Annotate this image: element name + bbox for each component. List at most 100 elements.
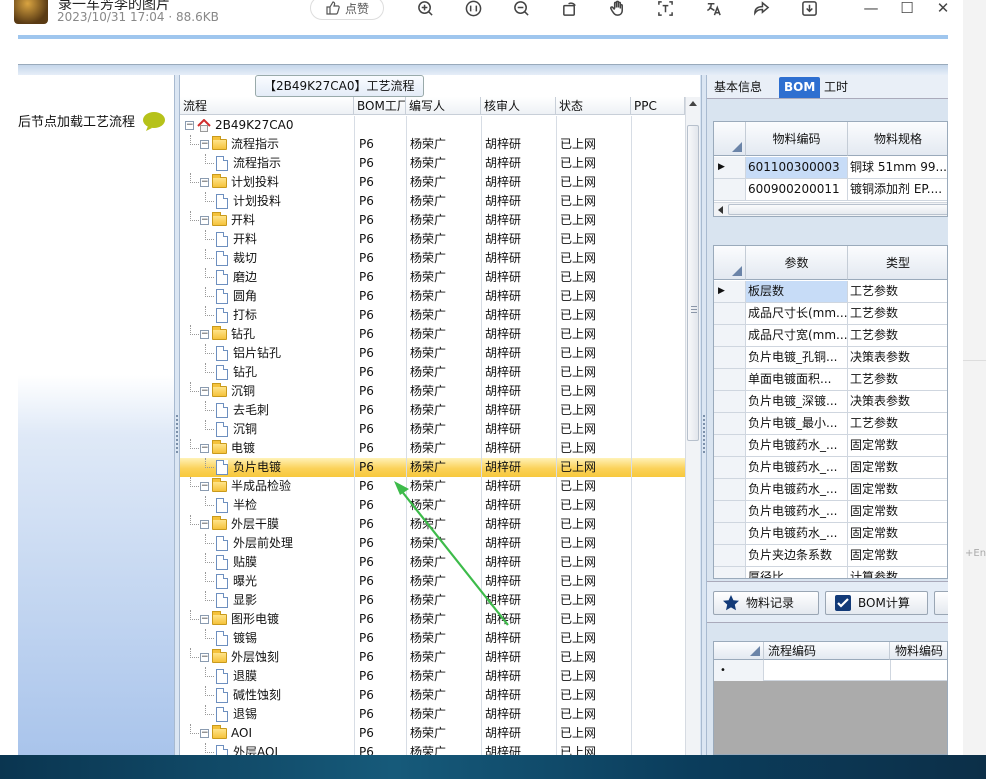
cell-param-type[interactable]: 决策表参数 [848,347,947,368]
collapse-icon[interactable]: − [200,387,209,396]
table-row[interactable]: 成品尺寸长(mm... 工艺参数 [714,303,947,325]
row-selector[interactable] [714,523,746,544]
cell-param-name[interactable]: 负片电镀药水_... [746,501,848,522]
speech-bubble-icon[interactable] [142,111,166,131]
tree-node[interactable]: − 电镀 [200,439,255,458]
tree-node[interactable]: 外层AOI [216,743,278,755]
cell-param-type[interactable]: 工艺参数 [848,413,947,434]
table-row[interactable]: 退锡 P6 杨荣广 胡梓研 已上网 [180,705,685,724]
table-row[interactable]: 裁切 P6 杨荣广 胡梓研 已上网 [180,249,685,268]
tree-node[interactable]: − AOI [200,724,252,743]
tree-node[interactable]: 开料 [216,230,257,249]
table-row[interactable]: ▶ 板层数 工艺参数 [714,281,947,303]
table-row[interactable]: 计划投料 P6 杨荣广 胡梓研 已上网 [180,192,685,211]
tree-node[interactable]: 退锡 [216,705,257,724]
tree-header-2[interactable]: 编写人 [406,97,481,115]
collapse-icon[interactable]: − [200,444,209,453]
header-param-type[interactable]: 类型 [848,246,947,280]
table-row[interactable]: − 钻孔 P6 杨荣广 胡梓研 已上网 [180,325,685,344]
collapse-icon[interactable]: − [200,140,209,149]
table-row[interactable]: 负片电镀_孔铜... 决策表参数 [714,347,947,369]
cell-param-type[interactable]: 固定常数 [848,479,947,500]
row-selector[interactable] [714,567,746,578]
header-flow-code[interactable]: 流程编码 [764,642,890,660]
text-extract-icon[interactable] [654,0,676,18]
avatar[interactable] [14,0,48,24]
table-row[interactable]: 开料 P6 杨荣广 胡梓研 已上网 [180,230,685,249]
row-selector[interactable] [714,325,746,346]
table-row[interactable]: 去毛刺 P6 杨荣广 胡梓研 已上网 [180,401,685,420]
table-row[interactable]: 镀锡 P6 杨荣广 胡梓研 已上网 [180,629,685,648]
row-selector[interactable] [714,179,746,200]
tree-header-0[interactable]: 流程 [180,97,354,115]
collapse-icon[interactable]: − [200,653,209,662]
tab-basic-info[interactable]: 基本信息 [709,77,767,98]
minimize-icon[interactable]: — [860,0,882,17]
tree-header-1[interactable]: BOM工厂 [354,97,406,115]
tree-node[interactable]: 计划投料 [216,192,281,211]
tree-node[interactable]: − 图形电镀 [200,610,279,629]
cell-material-spec[interactable]: 铜球 51mm 99.... [848,157,947,178]
cell-param-name[interactable]: 单面电镀面积... [746,369,848,390]
row-selector[interactable] [714,457,746,478]
table-row[interactable]: − AOI P6 杨荣广 胡梓研 已上网 [180,724,685,743]
zoom-out-icon[interactable] [510,0,532,18]
row-selector[interactable] [714,303,746,324]
row-selector[interactable] [714,545,746,566]
header-param[interactable]: 参数 [746,246,848,280]
cell-material-code[interactable]: 600900200011 [746,179,848,200]
row-selector[interactable] [714,391,746,412]
table-row[interactable]: 负片电镀药水_... 固定常数 [714,501,947,523]
table-row[interactable]: 半检 P6 杨荣广 胡梓研 已上网 [180,496,685,515]
tree-node[interactable]: 磨边 [216,268,257,287]
table-row[interactable]: 曝光 P6 杨荣广 胡梓研 已上网 [180,572,685,591]
cell-param-type[interactable]: 固定常数 [848,523,947,544]
table-row[interactable]: ▶ 601100300003 铜球 51mm 99.... [714,157,947,179]
cell-param-name[interactable]: 板层数 [746,281,848,302]
table-row[interactable]: − 外层蚀刻 P6 杨荣广 胡梓研 已上网 [180,648,685,667]
tree-node[interactable]: 贴膜 [216,553,257,572]
table-row[interactable]: − 流程指示 P6 杨荣广 胡梓研 已上网 [180,135,685,154]
table-row[interactable]: 外层前处理 P6 杨荣广 胡梓研 已上网 [180,534,685,553]
tab-work-hours[interactable]: 工时 [819,77,853,98]
tree-vertical-scrollbar[interactable] [685,97,700,755]
tree-node[interactable]: − 钻孔 [200,325,255,344]
material-record-button[interactable]: 物料记录 [713,591,819,615]
like-button[interactable]: 点赞 [310,0,384,20]
cell-material-code[interactable]: 601100300003 [746,157,848,178]
table-row[interactable]: 单面电镀面积... 工艺参数 [714,369,947,391]
tree-node[interactable]: 打标 [216,306,257,325]
header-material-spec[interactable]: 物料规格 [848,122,947,156]
tree-node[interactable]: − 流程指示 [200,135,279,154]
collapse-icon[interactable]: − [185,121,194,130]
table-row[interactable]: − 半成品检验 P6 杨荣广 胡梓研 已上网 [180,477,685,496]
close-icon[interactable]: ✕ [932,0,954,17]
cell-param-name[interactable]: 厚径比 [746,567,848,578]
cell-param-type[interactable]: 固定常数 [848,545,947,566]
row-selector[interactable] [714,413,746,434]
translate-icon[interactable] [702,0,724,18]
table-row[interactable]: 负片电镀药水_... 固定常数 [714,523,947,545]
table-row[interactable]: 钻孔 P6 杨荣广 胡梓研 已上网 [180,363,685,382]
collapse-icon[interactable]: − [200,482,209,491]
tree-node[interactable]: − 半成品检验 [200,477,291,496]
cell-param-name[interactable]: 负片电镀药水_... [746,457,848,478]
tree-node[interactable]: 裁切 [216,249,257,268]
cell-param-type[interactable]: 固定常数 [848,435,947,456]
header-material-code[interactable]: 物料编码 [746,122,848,156]
bom-calc-button[interactable]: BOM计算 [825,591,928,615]
table-row[interactable]: − 沉铜 P6 杨荣广 胡梓研 已上网 [180,382,685,401]
collapse-icon[interactable]: − [200,615,209,624]
tree-node[interactable]: − 开料 [200,211,255,230]
collapse-icon[interactable]: − [200,729,209,738]
table-row[interactable]: 贴膜 P6 杨荣广 胡梓研 已上网 [180,553,685,572]
tree-node[interactable]: 流程指示 [216,154,281,173]
tree-node[interactable]: 外层前处理 [216,534,293,553]
row-selector[interactable]: ▶ [714,157,746,178]
scroll-thumb[interactable] [687,125,699,441]
tree-node[interactable]: 铝片钻孔 [216,344,281,363]
table-row[interactable]: 600900200011 镀铜添加剂 EP.... [714,179,947,201]
hand-icon[interactable] [606,0,628,18]
table-row[interactable]: 负片电镀_最小... 工艺参数 [714,413,947,435]
cell-param-type[interactable]: 计算参数 [848,567,947,578]
